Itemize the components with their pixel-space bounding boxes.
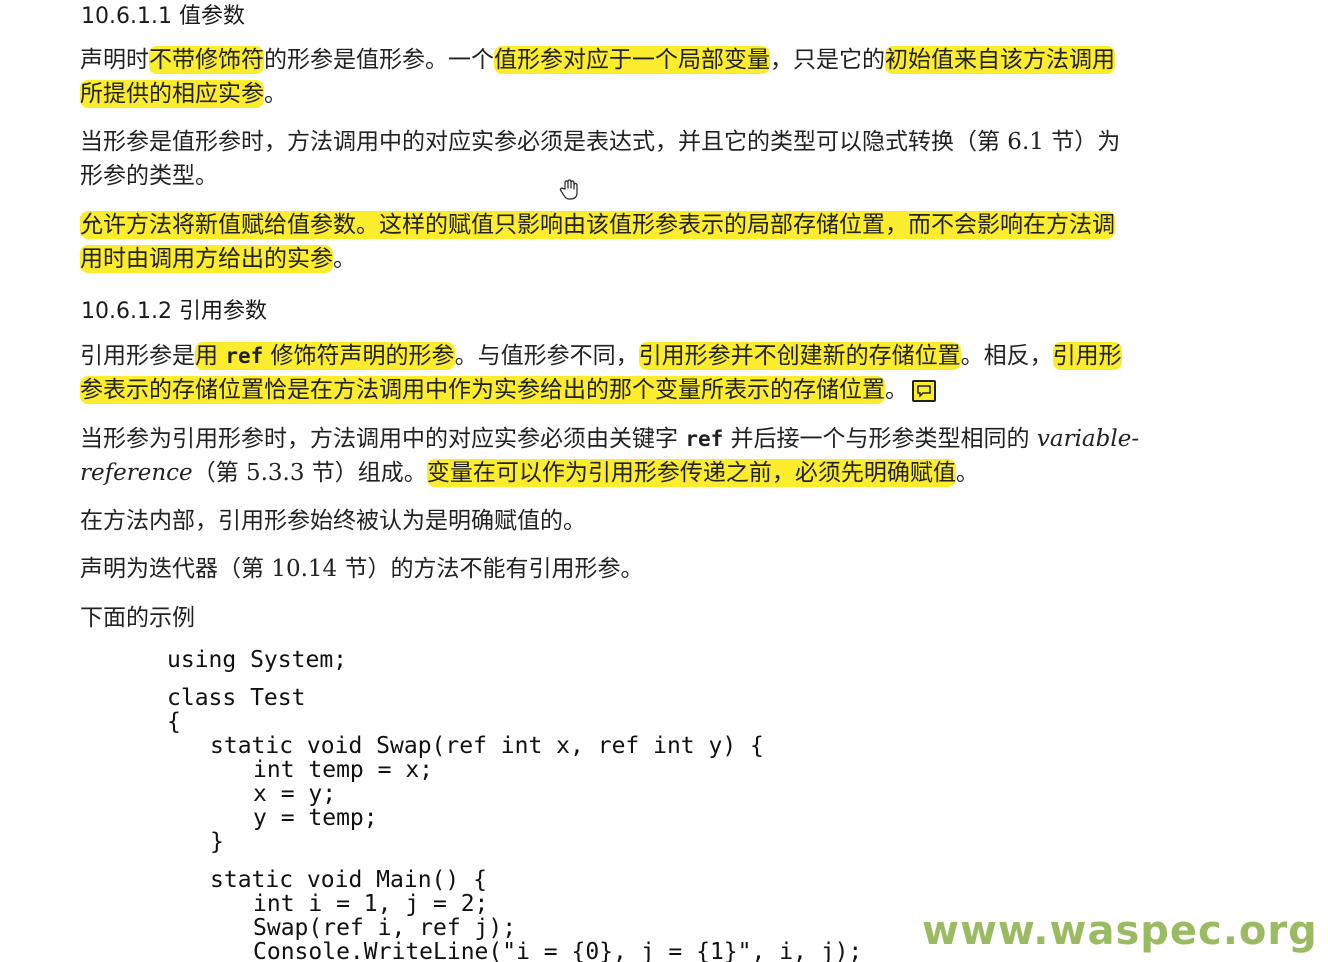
code-line: int temp = x; <box>253 757 434 783</box>
paragraph-line: 下面的示例 <box>80 605 195 631</box>
speech-bubble-icon[interactable] <box>912 380 936 402</box>
ref-keyword: ref <box>225 344 264 368</box>
document-page: 10.6.1.1 值参数 声明时不带修饰符的形参是值形参。一个值形参对应于一个局… <box>0 0 1328 962</box>
section-heading-value-params: 10.6.1.1 值参数 <box>81 4 245 29</box>
paragraph-line: reference（第 5.3.3 节）组成。变量在可以作为引用形参传递之前，必… <box>80 456 979 490</box>
text-span: 当形参为引用形参时，方法调用中的对应实参必须由关键字 <box>80 426 686 452</box>
text-span: 。 <box>333 246 356 272</box>
watermark-text: www.waspec.org <box>922 908 1318 954</box>
text-span: 。 <box>264 81 287 107</box>
highlight-span: 引用形参并不创建新的存储位置 <box>638 342 961 370</box>
highlight-span: 变量在可以作为引用形参传递之前，必须先明确赋值 <box>426 459 956 487</box>
text-span: （第 5.3.3 节）组成。 <box>192 460 427 486</box>
paragraph-line: 参表示的存储位置恰是在方法调用中作为实参给出的那个变量所表示的存储位置。 <box>80 373 936 407</box>
highlight-span: 所提供的相应实参 <box>80 80 264 108</box>
code-line: { <box>167 709 181 735</box>
highlight-span: 值形参对应于一个局部变量 <box>494 46 770 74</box>
text-span: 。 <box>885 377 908 403</box>
italic-term: reference <box>80 460 193 486</box>
paragraph-line: 引用形参是用 ref 修饰符声明的形参。与值形参不同，引用形参并不创建新的存储位… <box>80 339 1122 373</box>
text-span: 的形参是值形参。一个 <box>264 47 494 73</box>
highlight-span: 用 ref 修饰符声明的形参 <box>195 342 455 370</box>
code-line: x = y; <box>253 781 337 807</box>
paragraph-line: 当形参是值形参时，方法调用中的对应实参必须是表达式，并且它的类型可以隐式转换（第… <box>80 129 1121 155</box>
paragraph-line: 声明为迭代器（第 10.14 节）的方法不能有引用形参。 <box>80 556 644 582</box>
hand-cursor-icon <box>559 179 579 205</box>
code-line: using System; <box>167 647 348 673</box>
paragraph-line: 所提供的相应实参。 <box>80 77 287 111</box>
ref-keyword: ref <box>685 427 724 451</box>
code-line: static void Swap(ref int x, ref int y) { <box>210 733 764 759</box>
text-span: 用 <box>195 343 226 369</box>
paragraph-line: 声明时不带修饰符的形参是值形参。一个值形参对应于一个局部变量，只是它的初始值来自… <box>80 43 1115 77</box>
italic-term: variable- <box>1036 426 1140 452</box>
highlight-span: 不带修饰符 <box>149 46 264 74</box>
highlight-span: 用时由调用方给出的实参 <box>80 245 333 273</box>
code-line: } <box>210 829 224 855</box>
highlight-span: 引用形 <box>1052 342 1122 370</box>
highlight-span: 初始值来自该方法调用 <box>885 46 1115 74</box>
code-line: int i = 1, j = 2; <box>253 891 489 917</box>
text-span: ，只是它的 <box>770 47 885 73</box>
text-span: 引用形参是 <box>80 343 195 369</box>
text-span: 修饰符声明的形参 <box>263 343 455 369</box>
code-line: Swap(ref i, ref j); <box>253 915 517 941</box>
text-span: 声明时 <box>80 47 149 73</box>
code-line: class Test <box>167 685 306 711</box>
section-heading-ref-params: 10.6.1.2 引用参数 <box>81 299 267 324</box>
highlight-span: 允许方法将新值赋给值参数。这样的赋值只影响由该值形参表示的局部存储位置，而不会影… <box>80 211 1115 239</box>
paragraph-line: 允许方法将新值赋给值参数。这样的赋值只影响由该值形参表示的局部存储位置，而不会影… <box>80 208 1115 242</box>
paragraph-line: 用时由调用方给出的实参。 <box>80 242 356 276</box>
text-span: 。与值形参不同， <box>454 343 639 369</box>
text-span: 。 <box>955 460 979 486</box>
highlight-span: 参表示的存储位置恰是在方法调用中作为实参给出的那个变量所表示的存储位置 <box>80 376 885 404</box>
paragraph-line: 当形参为引用形参时，方法调用中的对应实参必须由关键字 ref 并后接一个与形参类… <box>80 422 1139 456</box>
code-line: y = temp; <box>253 805 378 831</box>
paragraph-line: 形参的类型。 <box>80 163 218 189</box>
paragraph-line: 在方法内部，引用形参始终被认为是明确赋值的。 <box>80 508 586 534</box>
text-span: 并后接一个与形参类型相同的 <box>723 426 1037 452</box>
code-line: Console.WriteLine("i = {0}, j = {1}", i,… <box>253 939 863 962</box>
code-line: static void Main() { <box>210 867 487 893</box>
text-span: 。相反， <box>960 343 1053 369</box>
